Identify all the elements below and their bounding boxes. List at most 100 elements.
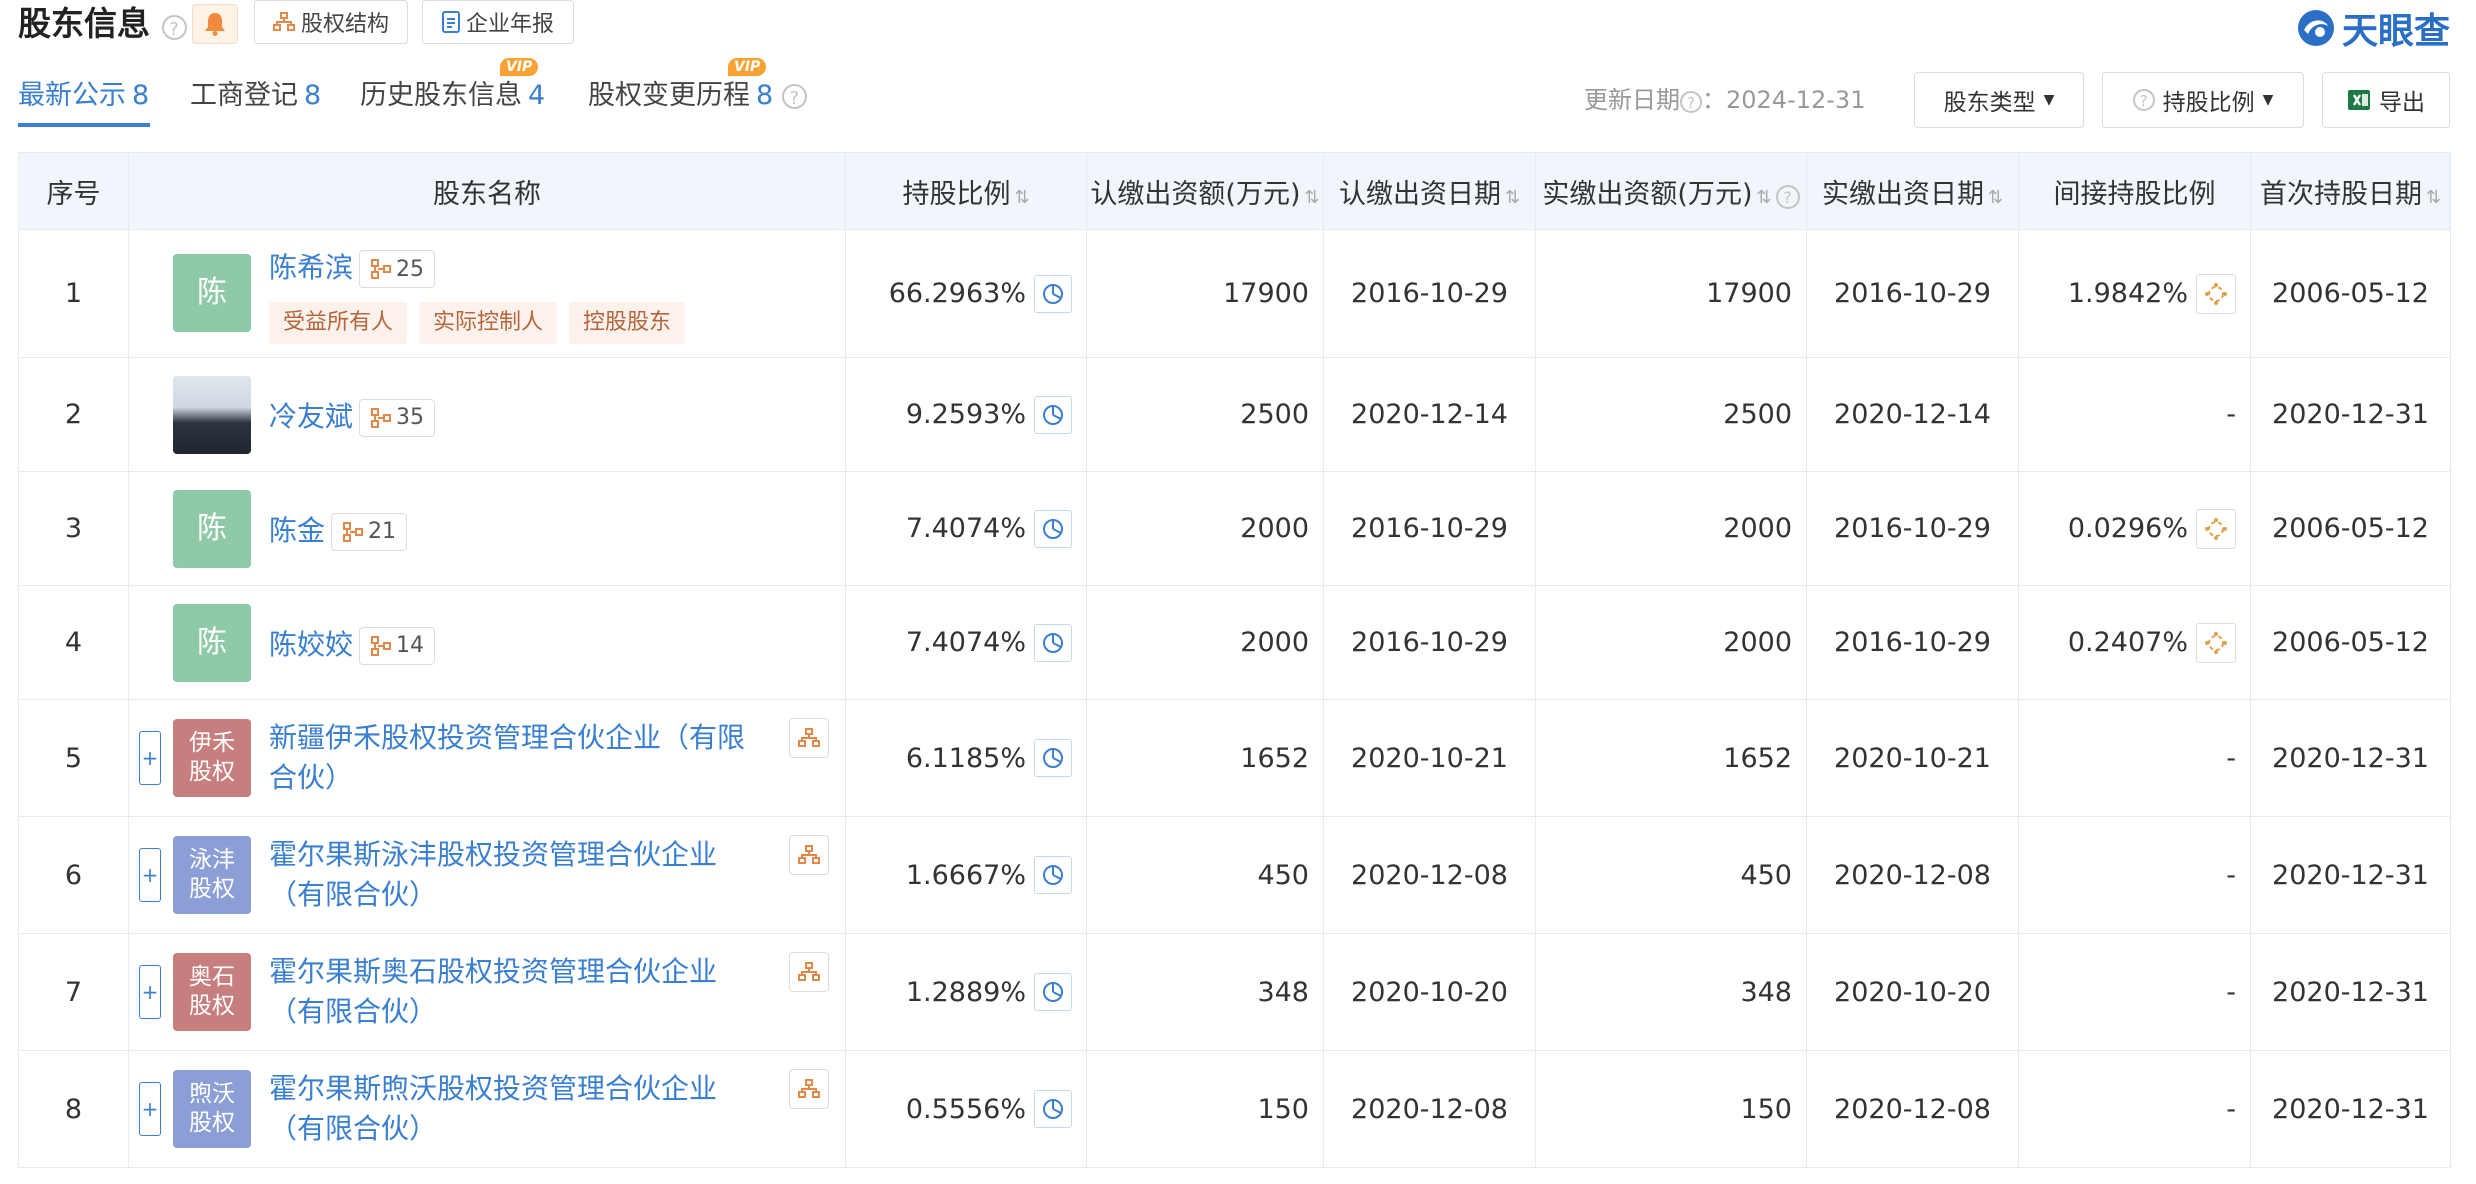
expand-button[interactable]: + <box>139 1082 161 1136</box>
org-chart-icon <box>272 12 295 31</box>
org-avatar[interactable]: 奥石股权 <box>173 953 251 1031</box>
row-index: 3 <box>18 471 129 586</box>
shareholder-name[interactable]: 新疆伊禾股权投资管理合伙企业（有限合伙） <box>269 718 769 798</box>
col-paid-date[interactable]: 实缴出资日期 ⇅ <box>1806 152 2019 230</box>
subscribed-amount: 150 <box>1086 1050 1324 1168</box>
table-row: 2 冷友斌 35 9.2593% 2500 2020-12-14 2500 202… <box>18 357 2451 472</box>
org-avatar[interactable]: 泳沣股权 <box>173 836 251 914</box>
col-first-date[interactable]: 首次持股日期 ⇅ <box>2250 152 2451 230</box>
tab-registration[interactable]: 工商登记 8 <box>190 76 321 116</box>
shareholder-name[interactable]: 陈金 21 <box>269 509 408 551</box>
help-icon[interactable]: ? <box>1680 91 1702 113</box>
tab-equity-changes[interactable]: 股权变更历程 8 ? <box>588 76 807 116</box>
shareholder-name-cell: + 煦沃股权 霍尔果斯煦沃股权投资管理合伙企业（有限合伙） <box>128 1050 846 1168</box>
penetration-icon[interactable] <box>2196 622 2236 663</box>
update-date: 更新日期? ：2024-12-31 <box>1584 86 1866 114</box>
bell-icon[interactable] <box>192 4 238 44</box>
caret-down-icon: ▼ <box>2262 92 2274 108</box>
row-index: 7 <box>18 933 129 1051</box>
col-subscribed-date[interactable]: 认缴出资日期 ⇅ <box>1323 152 1536 230</box>
row-index: 8 <box>18 1050 129 1168</box>
pie-chart-icon[interactable] <box>1034 973 1072 1011</box>
expand-button[interactable]: + <box>139 965 161 1019</box>
col-ratio[interactable]: 持股比例 ⇅ <box>845 152 1087 230</box>
tab-history[interactable]: 历史股东信息 4 <box>360 76 545 116</box>
relation-chain-icon <box>343 521 364 542</box>
avatar[interactable]: 陈 <box>173 489 251 568</box>
shareholder-name[interactable]: 冷友斌 35 <box>269 395 436 437</box>
table-row: 8 + 煦沃股权 霍尔果斯煦沃股权投资管理合伙企业（有限合伙） 0.5556% 15… <box>18 1050 2451 1168</box>
subscribed-date: 2020-12-14 <box>1323 357 1536 472</box>
first-hold-date: 2020-12-31 <box>2250 816 2451 934</box>
table-row: 1 陈陈希滨 25 受益所有人 实际控制人 控股股东 66.2963% 17900 20… <box>18 229 2451 358</box>
pie-chart-icon[interactable] <box>1034 739 1072 777</box>
ratio-cell: 0.5556% <box>845 1050 1087 1168</box>
row-index: 2 <box>18 357 129 472</box>
tab-latest[interactable]: 最新公示 8 <box>18 76 149 116</box>
pie-chart-icon[interactable] <box>1034 274 1072 313</box>
paid-amount: 17900 <box>1535 229 1807 358</box>
row-index: 5 <box>18 699 129 817</box>
paid-date: 2016-10-29 <box>1806 229 2019 358</box>
org-avatar[interactable]: 伊禾股权 <box>173 719 251 797</box>
relation-chain-badge[interactable]: 25 <box>359 250 436 288</box>
expand-button[interactable]: + <box>139 848 161 902</box>
shareholder-name[interactable]: 霍尔果斯煦沃股权投资管理合伙企业（有限合伙） <box>269 1069 769 1149</box>
subscribed-date: 2020-12-08 <box>1323 816 1536 934</box>
ratio-cell: 1.2889% <box>845 933 1087 1051</box>
vip-badge: VIP <box>500 58 539 76</box>
paid-date: 2020-12-08 <box>1806 1050 2019 1168</box>
col-subscribed-amount[interactable]: 认缴出资额(万元) ⇅ <box>1086 152 1324 230</box>
relation-chain-icon <box>371 259 392 279</box>
org-avatar[interactable]: 煦沃股权 <box>173 1070 251 1148</box>
first-hold-date: 2020-12-31 <box>2250 357 2451 472</box>
pie-chart-icon[interactable] <box>1034 395 1072 434</box>
vip-badge: VIP <box>728 58 767 76</box>
indirect-ratio-cell: - <box>2018 1050 2251 1168</box>
org-chart-icon[interactable] <box>789 952 829 992</box>
excel-icon <box>2348 90 2370 110</box>
help-icon[interactable]: ? <box>161 15 187 40</box>
indirect-ratio-cell: - <box>2018 357 2251 472</box>
paid-date: 2020-12-14 <box>1806 357 2019 472</box>
avatar[interactable]: 陈 <box>173 254 251 332</box>
org-chart-icon[interactable] <box>789 835 829 875</box>
pie-chart-icon[interactable] <box>1034 856 1072 894</box>
shareholder-name-cell: + 伊禾股权 新疆伊禾股权投资管理合伙企业（有限合伙） <box>128 699 846 817</box>
shareholder-name-cell: + 泳沣股权 霍尔果斯泳沣股权投资管理合伙企业（有限合伙） <box>128 816 846 934</box>
holding-ratio-dropdown[interactable]: ? 持股比例 ▼ <box>2102 72 2304 128</box>
avatar-photo[interactable] <box>173 375 251 454</box>
shareholder-type-dropdown[interactable]: 股东类型 ▼ <box>1914 72 2084 128</box>
sort-icon: ⇅ <box>1987 186 2004 208</box>
penetration-icon[interactable] <box>2196 273 2236 314</box>
shareholder-name[interactable]: 霍尔果斯泳沣股权投资管理合伙企业（有限合伙） <box>269 835 769 915</box>
paid-date: 2016-10-29 <box>1806 585 2019 700</box>
sort-icon: ⇅ <box>2425 186 2442 208</box>
subscribed-date: 2016-10-29 <box>1323 585 1536 700</box>
export-button[interactable]: 导出 <box>2322 72 2450 128</box>
org-chart-icon[interactable] <box>789 1069 829 1109</box>
relation-chain-badge[interactable]: 21 <box>331 512 408 551</box>
pie-chart-icon[interactable] <box>1034 623 1072 662</box>
help-icon[interactable]: ? <box>781 84 807 109</box>
sort-icon: ⇅ <box>1304 186 1320 208</box>
col-paid-amount[interactable]: 实缴出资额(万元) ⇅? <box>1535 152 1807 230</box>
pie-chart-icon[interactable] <box>1034 1090 1072 1128</box>
subscribed-amount: 450 <box>1086 816 1324 934</box>
row-index: 1 <box>18 229 129 358</box>
ratio-cell: 7.4074% <box>845 471 1087 586</box>
shareholder-name[interactable]: 陈希滨 25 <box>269 246 436 288</box>
shareholder-name[interactable]: 霍尔果斯奥石股权投资管理合伙企业（有限合伙） <box>269 952 769 1032</box>
org-chart-icon[interactable] <box>789 718 829 758</box>
pie-chart-icon[interactable] <box>1034 509 1072 548</box>
expand-button[interactable]: + <box>139 731 161 785</box>
shareholder-name-cell: + 奥石股权 霍尔果斯奥石股权投资管理合伙企业（有限合伙） <box>128 933 846 1051</box>
avatar[interactable]: 陈 <box>173 603 251 682</box>
relation-chain-badge[interactable]: 35 <box>359 398 436 437</box>
penetration-icon[interactable] <box>2196 508 2236 549</box>
equity-structure-button[interactable]: 股权结构 <box>254 0 408 44</box>
shareholder-name[interactable]: 陈姣姣 14 <box>269 623 436 665</box>
relation-chain-badge[interactable]: 14 <box>359 626 436 665</box>
subscribed-amount: 2000 <box>1086 471 1324 586</box>
annual-report-button[interactable]: 企业年报 <box>422 0 574 44</box>
